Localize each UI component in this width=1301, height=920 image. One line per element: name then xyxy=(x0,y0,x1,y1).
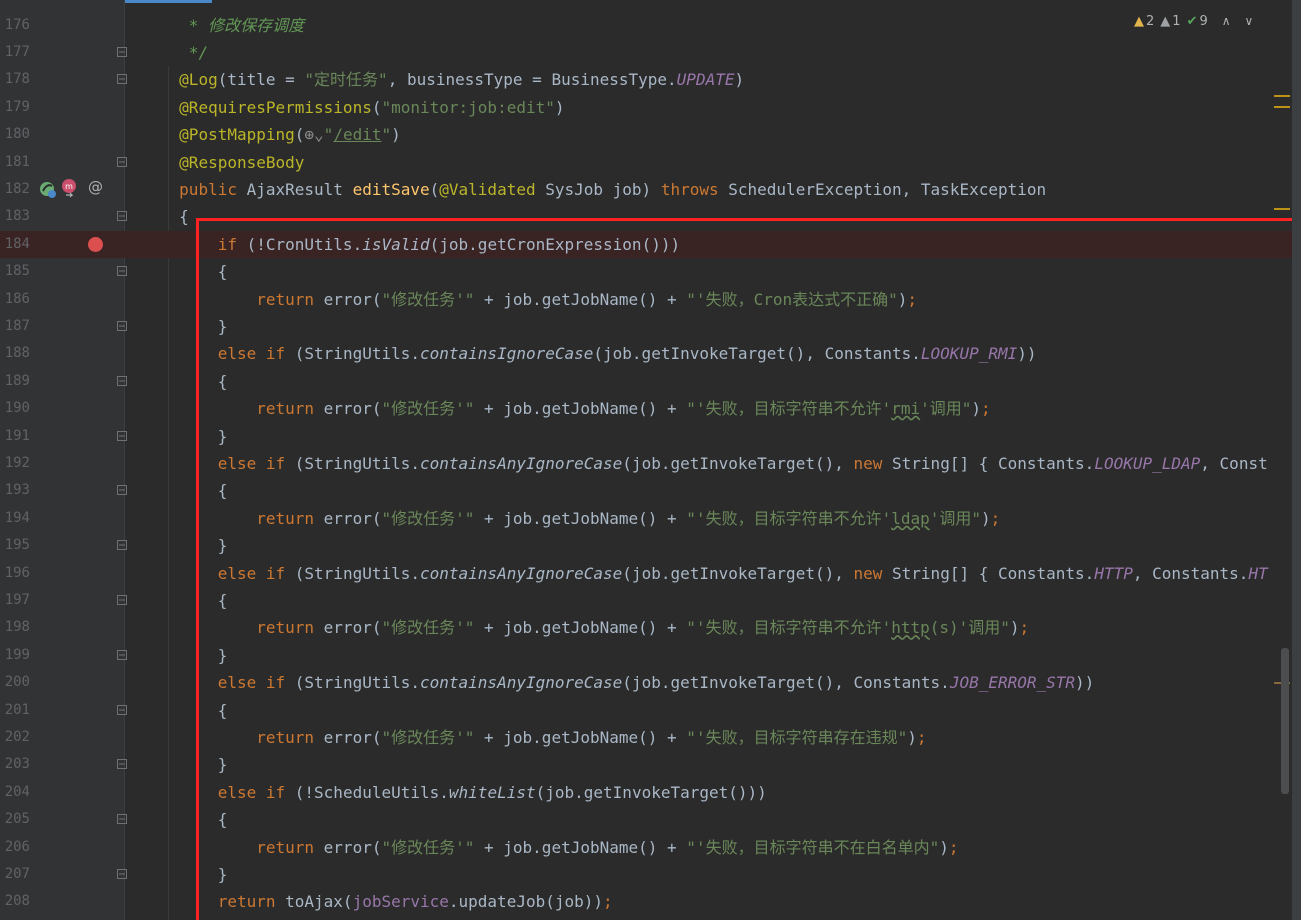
check-icon: ✔ xyxy=(1186,13,1198,29)
line-number: 207 xyxy=(4,865,30,882)
line-number: 182 xyxy=(4,180,30,197)
line-number: 184 xyxy=(4,235,30,252)
code-line[interactable]: 180 @PostMapping(⊕⌄"/edit") xyxy=(0,121,1301,148)
line-number: 196 xyxy=(4,564,30,581)
weak-warning-icon: ▲ xyxy=(1160,13,1171,29)
line-number: 202 xyxy=(4,728,30,745)
code-text[interactable]: */ xyxy=(131,39,208,66)
line-number: 181 xyxy=(4,153,30,170)
line-number: 189 xyxy=(4,372,30,389)
code-line[interactable]: 182 public AjaxResult editSave(@Validate… xyxy=(0,176,1301,203)
line-number: 198 xyxy=(4,619,30,636)
warning-icon: ▲ xyxy=(1134,13,1144,29)
line-number: 180 xyxy=(4,126,30,143)
fold-marker-icon[interactable] xyxy=(117,320,127,331)
weak-warning-indicator[interactable]: ▲ 1 xyxy=(1160,14,1180,29)
code-text[interactable]: @RequiresPermissions("monitor:job:edit") xyxy=(131,94,564,121)
code-line[interactable]: 177 */ xyxy=(0,39,1301,66)
line-number: 205 xyxy=(4,811,30,828)
fold-marker-icon[interactable] xyxy=(117,594,127,605)
fold-marker-icon[interactable] xyxy=(117,46,127,57)
fold-marker-icon[interactable] xyxy=(117,868,127,879)
error-stripe-mark[interactable] xyxy=(1274,106,1290,108)
line-number: 185 xyxy=(4,263,30,280)
line-number: 208 xyxy=(4,893,30,910)
error-stripe-mark[interactable] xyxy=(1274,208,1290,210)
code-editor[interactable]: 176 * 修改保存调度 177 */178 @Log(title = "定时任务… xyxy=(0,0,1301,920)
line-number: 191 xyxy=(4,427,30,444)
line-number: 186 xyxy=(4,290,30,307)
right-panel-edge xyxy=(1292,0,1301,920)
code-line[interactable]: 181 @ResponseBody xyxy=(0,149,1301,176)
line-number: 203 xyxy=(4,756,30,773)
spring-bean-icon[interactable] xyxy=(38,180,58,200)
line-number: 201 xyxy=(4,701,30,718)
chevron-down-icon[interactable]: ∨ xyxy=(1245,14,1254,28)
line-number: 188 xyxy=(4,345,30,362)
fold-marker-icon[interactable] xyxy=(117,211,127,222)
code-line[interactable]: 176 * 修改保存调度 xyxy=(0,12,1301,39)
code-text[interactable]: { xyxy=(131,203,189,230)
line-number: 206 xyxy=(4,838,30,855)
line-number: 204 xyxy=(4,783,30,800)
fold-marker-icon[interactable] xyxy=(117,814,127,825)
code-text[interactable]: @ResponseBody xyxy=(131,149,304,176)
fold-marker-icon[interactable] xyxy=(117,156,127,167)
fold-marker-icon[interactable] xyxy=(117,759,127,770)
error-stripe-mark[interactable] xyxy=(1274,95,1290,97)
svg-text:m: m xyxy=(65,182,73,191)
warning-indicator[interactable]: ▲ 2 xyxy=(1134,14,1154,29)
chevron-up-icon[interactable]: ∧ xyxy=(1222,14,1231,28)
highlight-box xyxy=(196,218,1301,920)
ok-indicator[interactable]: ✔ 9 xyxy=(1187,14,1208,29)
fold-marker-icon[interactable] xyxy=(117,649,127,660)
line-number: 178 xyxy=(4,71,30,88)
line-number: 177 xyxy=(4,43,30,60)
vertical-scrollbar[interactable] xyxy=(1281,648,1289,794)
line-number: 176 xyxy=(4,16,30,33)
line-number: 194 xyxy=(4,509,30,526)
fold-marker-icon[interactable] xyxy=(117,375,127,386)
line-number: 179 xyxy=(4,98,30,115)
code-text[interactable]: @Log(title = "定时任务", businessType = Busi… xyxy=(131,66,744,93)
at-annotation-icon[interactable]: @ xyxy=(88,178,103,196)
code-line[interactable]: 179 @RequiresPermissions("monitor:job:ed… xyxy=(0,94,1301,121)
code-line[interactable]: 178 @Log(title = "定时任务", businessType = … xyxy=(0,66,1301,93)
line-number: 183 xyxy=(4,208,30,225)
inspection-indicators[interactable]: ▲ 2 ▲ 1 ✔ 9 ∧ ∨ xyxy=(1134,10,1253,32)
line-number: 200 xyxy=(4,674,30,691)
fold-marker-icon[interactable] xyxy=(117,704,127,715)
request-mapping-icon[interactable]: m xyxy=(58,177,80,199)
fold-marker-icon[interactable] xyxy=(117,266,127,277)
line-number: 192 xyxy=(4,454,30,471)
line-number: 193 xyxy=(4,482,30,499)
fold-marker-icon[interactable] xyxy=(117,540,127,551)
fold-marker-icon[interactable] xyxy=(117,74,127,85)
line-number: 199 xyxy=(4,646,30,663)
breakpoint-icon[interactable] xyxy=(88,236,103,252)
fold-marker-icon[interactable] xyxy=(117,430,127,441)
line-number: 197 xyxy=(4,591,30,608)
code-text[interactable]: * 修改保存调度 xyxy=(131,12,304,39)
fold-marker-icon[interactable] xyxy=(117,485,127,496)
line-number: 195 xyxy=(4,537,30,554)
code-text[interactable]: public AjaxResult editSave(@Validated Sy… xyxy=(131,176,1046,203)
code-text[interactable]: @PostMapping(⊕⌄"/edit") xyxy=(131,121,401,148)
line-number: 187 xyxy=(4,317,30,334)
line-number: 190 xyxy=(4,400,30,417)
